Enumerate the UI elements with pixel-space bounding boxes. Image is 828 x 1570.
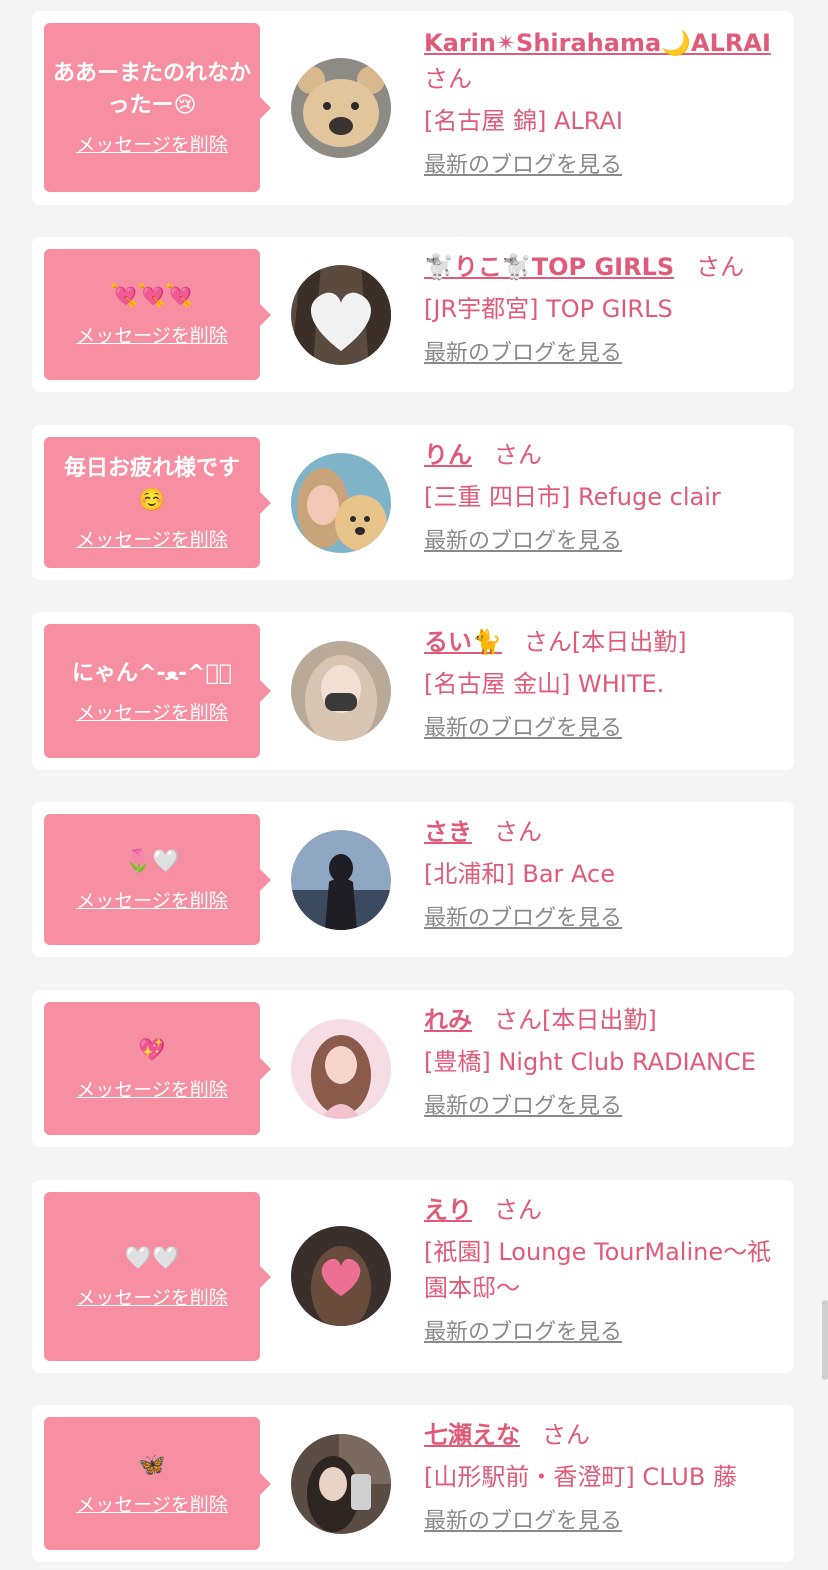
delete-message-link[interactable]: メッセージを削除 bbox=[76, 1075, 228, 1102]
message-bubble: 🦋 メッセージを削除 bbox=[44, 1417, 271, 1550]
scrollbar-thumb[interactable] bbox=[822, 1300, 828, 1380]
delete-message-link[interactable]: メッセージを削除 bbox=[76, 525, 228, 552]
shop-label: [祇園] Lounge TourMaline〜祇園本邸〜 bbox=[424, 1238, 772, 1302]
shop-label: [豊橋] Night Club RADIANCE bbox=[424, 1048, 756, 1076]
message-text: 🤍🤍 bbox=[124, 1246, 180, 1271]
delete-message-link[interactable]: メッセージを削除 bbox=[76, 1283, 228, 1310]
honorific: さん bbox=[696, 253, 745, 281]
sender-name-line: るい🐈 さん[本日出勤] bbox=[424, 624, 780, 660]
message-text: 💖 bbox=[138, 1038, 166, 1063]
sender-info: Karin✴︎Shirahama🌙ALRAI さん [名古屋 錦] ALRAI … bbox=[424, 25, 780, 181]
latest-blog-link[interactable]: 最新のブログを見る bbox=[424, 1318, 622, 1348]
message-card: 🦋 メッセージを削除 七瀬えな さん [山形駅前・香澄町] CLUB 藤 最新のブ… bbox=[32, 1405, 794, 1562]
sender-name-line: 🐩りこ🐩TOP GIRLS さん bbox=[424, 249, 780, 285]
sender-name-link[interactable]: えり bbox=[424, 1196, 472, 1224]
delete-message-link[interactable]: メッセージを削除 bbox=[76, 130, 228, 157]
message-card: 毎日お疲れ様です☺️ メッセージを削除 りん さん [三重 四日市] Refuge… bbox=[32, 425, 794, 580]
message-bubble: 💖 メッセージを削除 bbox=[44, 1002, 271, 1135]
honorific: さん[本日出勤] bbox=[494, 1006, 657, 1034]
sender-name-link[interactable]: れみ bbox=[424, 1006, 472, 1034]
sender-name-link[interactable]: 🐩りこ🐩TOP GIRLS bbox=[424, 253, 674, 281]
honorific: さん[本日出勤] bbox=[523, 628, 687, 656]
message-card: ああーまたのれなかったー😢 メッセージを削除 Karin✴︎Shirahama🌙… bbox=[32, 11, 794, 205]
message-bubble: 🤍🤍 メッセージを削除 bbox=[44, 1192, 271, 1361]
message-card: にゃん^-ﻌ-^ฅ゙ メッセージを削除 るい🐈 さん[本日出勤] [名古屋 金山]… bbox=[32, 612, 794, 770]
message-text: 💘💘💘 bbox=[110, 284, 194, 309]
sender-name-link[interactable]: さき bbox=[424, 818, 472, 846]
pink-portrait-avatar-image bbox=[291, 1019, 391, 1119]
message-card: 🌷🤍 メッセージを削除 さき さん [北浦和] Bar Ace 最新のブログを見る bbox=[32, 802, 794, 957]
latest-blog-link[interactable]: 最新のブログを見る bbox=[424, 527, 622, 557]
message-text: 🦋 bbox=[138, 1453, 166, 1478]
avatar[interactable] bbox=[291, 1019, 391, 1119]
message-card: 💖 メッセージを削除 れみ さん[本日出勤] [豊橋] Night Club RA… bbox=[32, 990, 794, 1147]
heart-avatar-image bbox=[291, 265, 391, 365]
honorific: さん bbox=[494, 818, 542, 846]
sender-info: 七瀬えな さん [山形駅前・香澄町] CLUB 藤 最新のブログを見る bbox=[424, 1417, 780, 1537]
message-list: ああーまたのれなかったー😢 メッセージを削除 Karin✴︎Shirahama🌙… bbox=[0, 0, 828, 1570]
message-text: 🌷🤍 bbox=[124, 849, 180, 874]
sender-info: 🐩りこ🐩TOP GIRLS さん [JR宇都宮] TOP GIRLS 最新のブログ… bbox=[424, 249, 780, 369]
message-bubble: にゃん^-ﻌ-^ฅ゙ メッセージを削除 bbox=[44, 624, 271, 758]
girl-with-dog-avatar-image bbox=[291, 453, 391, 553]
honorific: さん bbox=[542, 1421, 590, 1449]
sender-info: えり さん [祇園] Lounge TourMaline〜祇園本邸〜 最新のブログ… bbox=[424, 1192, 780, 1348]
message-text: にゃん^-ﻌ-^ฅ゙ bbox=[72, 660, 232, 686]
delete-message-link[interactable]: メッセージを削除 bbox=[76, 1490, 228, 1517]
shop-label: [北浦和] Bar Ace bbox=[424, 860, 615, 888]
message-bubble: 🌷🤍 メッセージを削除 bbox=[44, 814, 271, 945]
sender-name-link[interactable]: Karin✴︎Shirahama🌙ALRAI bbox=[424, 29, 771, 57]
latest-blog-link[interactable]: 最新のブログを見る bbox=[424, 151, 622, 181]
shop-label: [名古屋 錦] ALRAI bbox=[424, 107, 623, 135]
sender-info: るい🐈 さん[本日出勤] [名古屋 金山] WHITE. 最新のブログを見る bbox=[424, 624, 780, 744]
avatar[interactable] bbox=[291, 453, 391, 553]
latest-blog-link[interactable]: 最新のブログを見る bbox=[424, 714, 622, 744]
honorific: さん bbox=[494, 441, 542, 469]
message-card: 🤍🤍 メッセージを削除 えり さん [祇園] Lounge TourMaline〜… bbox=[32, 1180, 794, 1373]
shop-label: [山形駅前・香澄町] CLUB 藤 bbox=[424, 1463, 737, 1491]
heart-face-avatar-image bbox=[291, 1226, 391, 1326]
shop-label: [名古屋 金山] WHITE. bbox=[424, 670, 665, 698]
avatar[interactable] bbox=[291, 265, 391, 365]
avatar[interactable] bbox=[291, 641, 391, 741]
masked-girl-avatar-image bbox=[291, 641, 391, 741]
sender-name-link[interactable]: るい🐈 bbox=[424, 628, 502, 656]
sender-name-link[interactable]: りん bbox=[424, 441, 472, 469]
sender-name-line: りん さん bbox=[424, 437, 780, 473]
honorific: さん bbox=[424, 65, 472, 93]
delete-message-link[interactable]: メッセージを削除 bbox=[76, 321, 228, 348]
message-card: 💘💘💘 メッセージを削除 🐩りこ🐩TOP GIRLS さん [JR宇都宮] TOP… bbox=[32, 237, 794, 392]
selfie-avatar-image bbox=[291, 1434, 391, 1534]
sender-info: れみ さん[本日出勤] [豊橋] Night Club RADIANCE 最新のブ… bbox=[424, 1002, 780, 1122]
sender-name-link[interactable]: 七瀬えな bbox=[424, 1421, 520, 1449]
sender-name-line: 七瀬えな さん bbox=[424, 1417, 780, 1453]
latest-blog-link[interactable]: 最新のブログを見る bbox=[424, 1507, 622, 1537]
message-bubble: ああーまたのれなかったー😢 メッセージを削除 bbox=[44, 23, 271, 192]
delete-message-link[interactable]: メッセージを削除 bbox=[76, 886, 228, 913]
silhouette-avatar-image bbox=[291, 830, 391, 930]
latest-blog-link[interactable]: 最新のブログを見る bbox=[424, 1092, 622, 1122]
latest-blog-link[interactable]: 最新のブログを見る bbox=[424, 904, 622, 934]
message-text: ああーまたのれなかったー😢 bbox=[52, 61, 251, 118]
shop-label: [JR宇都宮] TOP GIRLS bbox=[424, 295, 673, 323]
delete-message-link[interactable]: メッセージを削除 bbox=[76, 698, 228, 725]
message-bubble: 💘💘💘 メッセージを削除 bbox=[44, 249, 271, 380]
sender-name-line: えり さん bbox=[424, 1192, 780, 1228]
avatar[interactable] bbox=[291, 1226, 391, 1326]
sender-name-line: さき さん bbox=[424, 814, 780, 850]
avatar[interactable] bbox=[291, 830, 391, 930]
shop-label: [三重 四日市] Refuge clair bbox=[424, 483, 721, 511]
avatar[interactable] bbox=[291, 1434, 391, 1534]
sender-info: さき さん [北浦和] Bar Ace 最新のブログを見る bbox=[424, 814, 780, 934]
latest-blog-link[interactable]: 最新のブログを見る bbox=[424, 339, 622, 369]
message-bubble: 毎日お疲れ様です☺️ メッセージを削除 bbox=[44, 437, 271, 568]
honorific: さん bbox=[494, 1196, 542, 1224]
bear-avatar-image bbox=[291, 58, 391, 158]
message-text: 毎日お疲れ様です☺️ bbox=[63, 456, 240, 513]
avatar[interactable] bbox=[291, 58, 391, 158]
sender-name-line: れみ さん[本日出勤] bbox=[424, 1002, 780, 1038]
sender-name-line: Karin✴︎Shirahama🌙ALRAI さん bbox=[424, 25, 780, 97]
sender-info: りん さん [三重 四日市] Refuge clair 最新のブログを見る bbox=[424, 437, 780, 557]
